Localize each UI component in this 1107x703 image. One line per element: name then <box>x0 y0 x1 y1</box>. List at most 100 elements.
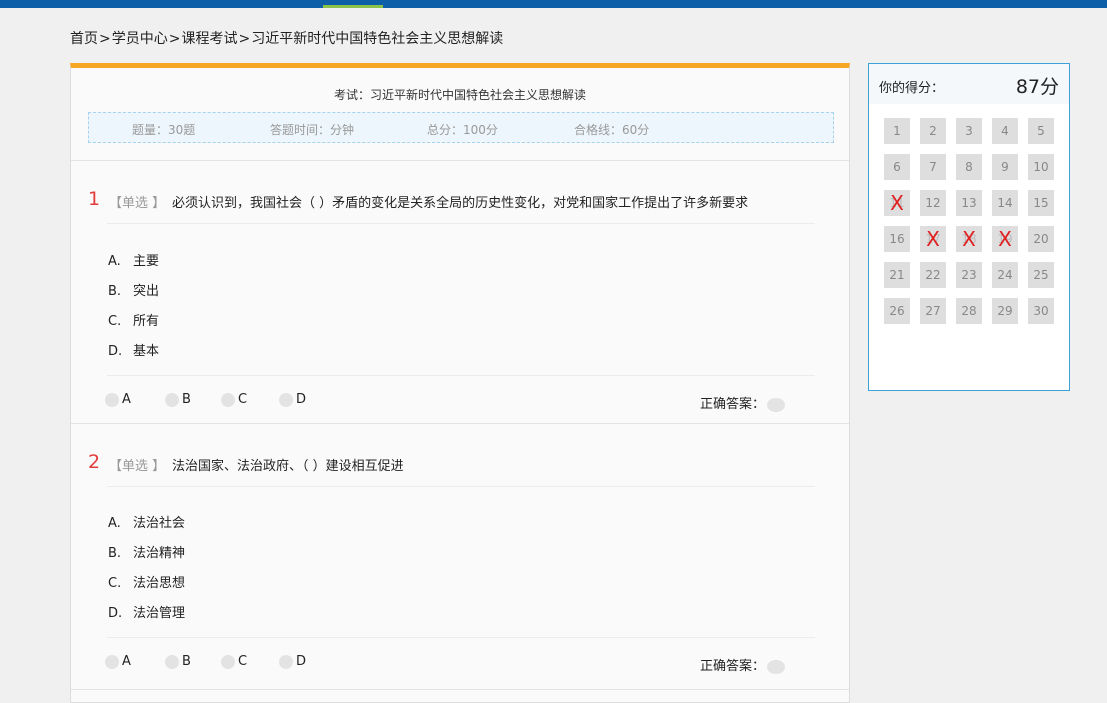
question-text: 法治国家、法治政府、（ ）建设相互促进 <box>172 459 404 474</box>
question-cell-20[interactable]: 20 <box>1028 226 1054 252</box>
option-letter: B. <box>108 284 122 299</box>
choice-label: A <box>122 392 131 407</box>
question-divider <box>107 223 815 224</box>
breadcrumb-separator: > <box>168 31 181 47</box>
question-cell-7[interactable]: 7 <box>920 154 946 180</box>
choice-a[interactable]: A <box>105 392 131 407</box>
question-cell-number: 25 <box>1033 268 1049 282</box>
question-cell-25[interactable]: 25 <box>1028 262 1054 288</box>
question-cell-number: 20 <box>1033 232 1049 246</box>
radio-button[interactable] <box>279 654 293 669</box>
question-cell-17[interactable]: 17 X <box>920 226 946 252</box>
choice-b[interactable]: B <box>165 392 191 407</box>
option-c: C. 所有 <box>108 310 159 329</box>
choice-c[interactable]: C <box>221 654 247 669</box>
question-cell-number: 23 <box>961 268 977 282</box>
question-cell-number: 7 <box>929 160 937 174</box>
question-text: 必须认识到，我国社会（ ）矛盾的变化是关系全局的历史性变化，对党和国家工作提出了… <box>172 196 749 211</box>
radio-button[interactable] <box>279 392 293 407</box>
exam-time: 答题时间：分钟 <box>270 123 355 137</box>
option-text: 基本 <box>133 344 160 359</box>
choice-label: D <box>296 654 307 669</box>
option-letter: C. <box>108 314 122 329</box>
question-cell-13[interactable]: 13 <box>956 190 982 216</box>
question-cell-27[interactable]: 27 <box>920 298 946 324</box>
question-cell-16[interactable]: 16 <box>884 226 910 252</box>
question-cell-8[interactable]: 8 <box>956 154 982 180</box>
question-type: 【单选 】 <box>109 459 166 474</box>
choice-b[interactable]: B <box>165 654 191 669</box>
question-cell-number: 30 <box>1033 304 1049 318</box>
choice-divider <box>107 637 815 638</box>
question-cell-1[interactable]: 1 <box>884 118 910 144</box>
radio-button[interactable] <box>105 654 119 669</box>
question-cell-number: 12 <box>925 196 941 210</box>
radio-button[interactable] <box>221 654 235 669</box>
question-cell-29[interactable]: 29 <box>992 298 1018 324</box>
option-text: 法治管理 <box>133 606 186 621</box>
breadcrumb-home[interactable]: 首页 <box>70 31 98 47</box>
option-a: A. 法治社会 <box>108 512 185 531</box>
score-panel: 你的得分： 87分 1 2 3 4 5 6 7 8 9 10 11 X 12 13 14 15 16 17 X 18 X… <box>868 63 1070 391</box>
wrong-mark-icon: X <box>926 227 940 251</box>
question-cell-number: 22 <box>925 268 941 282</box>
question-cell-6[interactable]: 6 <box>884 154 910 180</box>
choice-label: B <box>182 654 191 669</box>
question-cell-23[interactable]: 23 <box>956 262 982 288</box>
choice-divider <box>107 375 815 376</box>
question-cell-5[interactable]: 5 <box>1028 118 1054 144</box>
total-score: 总分：100分 <box>427 123 498 137</box>
question-cell-24[interactable]: 24 <box>992 262 1018 288</box>
question-cell-21[interactable]: 21 <box>884 262 910 288</box>
breadcrumb-course-exam[interactable]: 课程考试 <box>181 31 237 47</box>
choice-d[interactable]: D <box>279 392 306 407</box>
option-letter: B. <box>108 546 122 561</box>
correct-answer-value <box>767 659 786 674</box>
question-cell-number: 3 <box>965 124 973 138</box>
question-cell-number: 26 <box>889 304 905 318</box>
question-cell-4[interactable]: 4 <box>992 118 1018 144</box>
question-cell-number: 1 <box>893 124 901 138</box>
question-cell-10[interactable]: 10 <box>1028 154 1054 180</box>
question-cell-22[interactable]: 22 <box>920 262 946 288</box>
question-cell-18[interactable]: 18 X <box>956 226 982 252</box>
question-cell-3[interactable]: 3 <box>956 118 982 144</box>
score-label: 你的得分： <box>879 81 945 96</box>
question-cell-12[interactable]: 12 <box>920 190 946 216</box>
radio-button[interactable] <box>165 392 179 407</box>
question-number: 1 <box>88 188 101 210</box>
question-cell-number: 14 <box>997 196 1013 210</box>
option-letter: D. <box>108 344 123 359</box>
question-number: 2 <box>88 451 101 473</box>
score-value: 87分 <box>1015 76 1059 98</box>
option-text: 所有 <box>133 314 160 329</box>
question-type: 【单选 】 <box>109 196 166 211</box>
question-1: 1 【单选 】 必须认识到，我国社会（ ）矛盾的变化是关系全局的历史性变化，对党… <box>71 161 849 423</box>
choice-d[interactable]: D <box>279 654 306 669</box>
top-nav-bar <box>0 0 1107 8</box>
wrong-mark-icon: X <box>890 191 904 215</box>
radio-button[interactable] <box>105 392 119 407</box>
question-cell-14[interactable]: 14 <box>992 190 1018 216</box>
question-cell-number: 5 <box>1037 124 1045 138</box>
radio-button[interactable] <box>165 654 179 669</box>
choice-a[interactable]: A <box>105 654 131 669</box>
question-cell-9[interactable]: 9 <box>992 154 1018 180</box>
question-cell-number: 9 <box>1001 160 1009 174</box>
option-a: A. 主要 <box>108 250 159 269</box>
question-cell-19[interactable]: 19 X <box>992 226 1018 252</box>
question-cell-26[interactable]: 26 <box>884 298 910 324</box>
question-cell-number: 28 <box>961 304 977 318</box>
choice-c[interactable]: C <box>221 392 247 407</box>
breadcrumb-student-center[interactable]: 学员中心 <box>112 31 168 47</box>
question-cell-30[interactable]: 30 <box>1028 298 1054 324</box>
option-letter: A. <box>108 254 121 269</box>
question-cell-11[interactable]: 11 X <box>884 190 910 216</box>
question-cell-28[interactable]: 28 <box>956 298 982 324</box>
radio-button[interactable] <box>221 392 235 407</box>
option-text: 主要 <box>133 254 160 269</box>
correct-answer: 正确答案： <box>700 393 786 412</box>
question-cell-number: 4 <box>1001 124 1009 138</box>
question-cell-15[interactable]: 15 <box>1028 190 1054 216</box>
question-cell-2[interactable]: 2 <box>920 118 946 144</box>
